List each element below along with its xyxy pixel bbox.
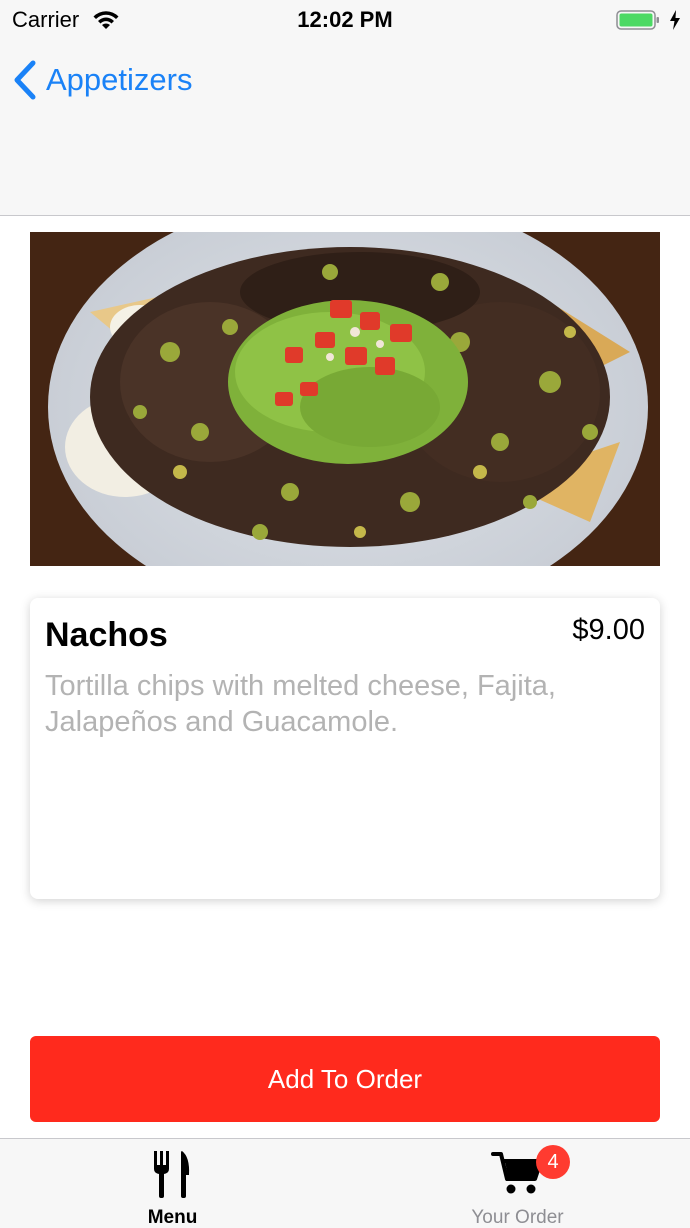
tab-your-order-label: Your Order bbox=[471, 1207, 564, 1228]
item-description: Tortilla chips with melted cheese, Fajit… bbox=[45, 670, 556, 738]
back-button[interactable]: Appetizers bbox=[12, 58, 192, 102]
item-detail-card: Nachos $9.00 Tortilla chips with melted … bbox=[30, 598, 660, 899]
fork-knife-icon bbox=[154, 1151, 190, 1198]
item-photo bbox=[30, 232, 660, 566]
battery-icon bbox=[616, 10, 659, 30]
cart-count-badge: 4 bbox=[536, 1145, 570, 1179]
tab-your-order[interactable]: 4 Your Order bbox=[345, 1139, 690, 1228]
tab-menu[interactable]: Menu bbox=[0, 1139, 345, 1228]
item-detail-screen: Carrier 12:02 PM Appetizers Nachos $9.00… bbox=[0, 0, 690, 1228]
tab-bar: Menu 4 Your Order bbox=[0, 1138, 690, 1228]
item-price: $9.00 bbox=[572, 614, 645, 646]
navigation-bar: Appetizers bbox=[0, 40, 690, 216]
charging-bolt-icon bbox=[670, 10, 680, 30]
item-name: Nachos bbox=[45, 616, 168, 654]
status-bar: Carrier 12:02 PM bbox=[0, 0, 690, 40]
back-button-label: Appetizers bbox=[46, 62, 193, 97]
chevron-left-icon bbox=[14, 60, 36, 100]
add-to-order-button[interactable]: Add To Order bbox=[30, 1036, 660, 1122]
tab-menu-label: Menu bbox=[147, 1207, 198, 1228]
clock: 12:02 PM bbox=[297, 7, 393, 32]
